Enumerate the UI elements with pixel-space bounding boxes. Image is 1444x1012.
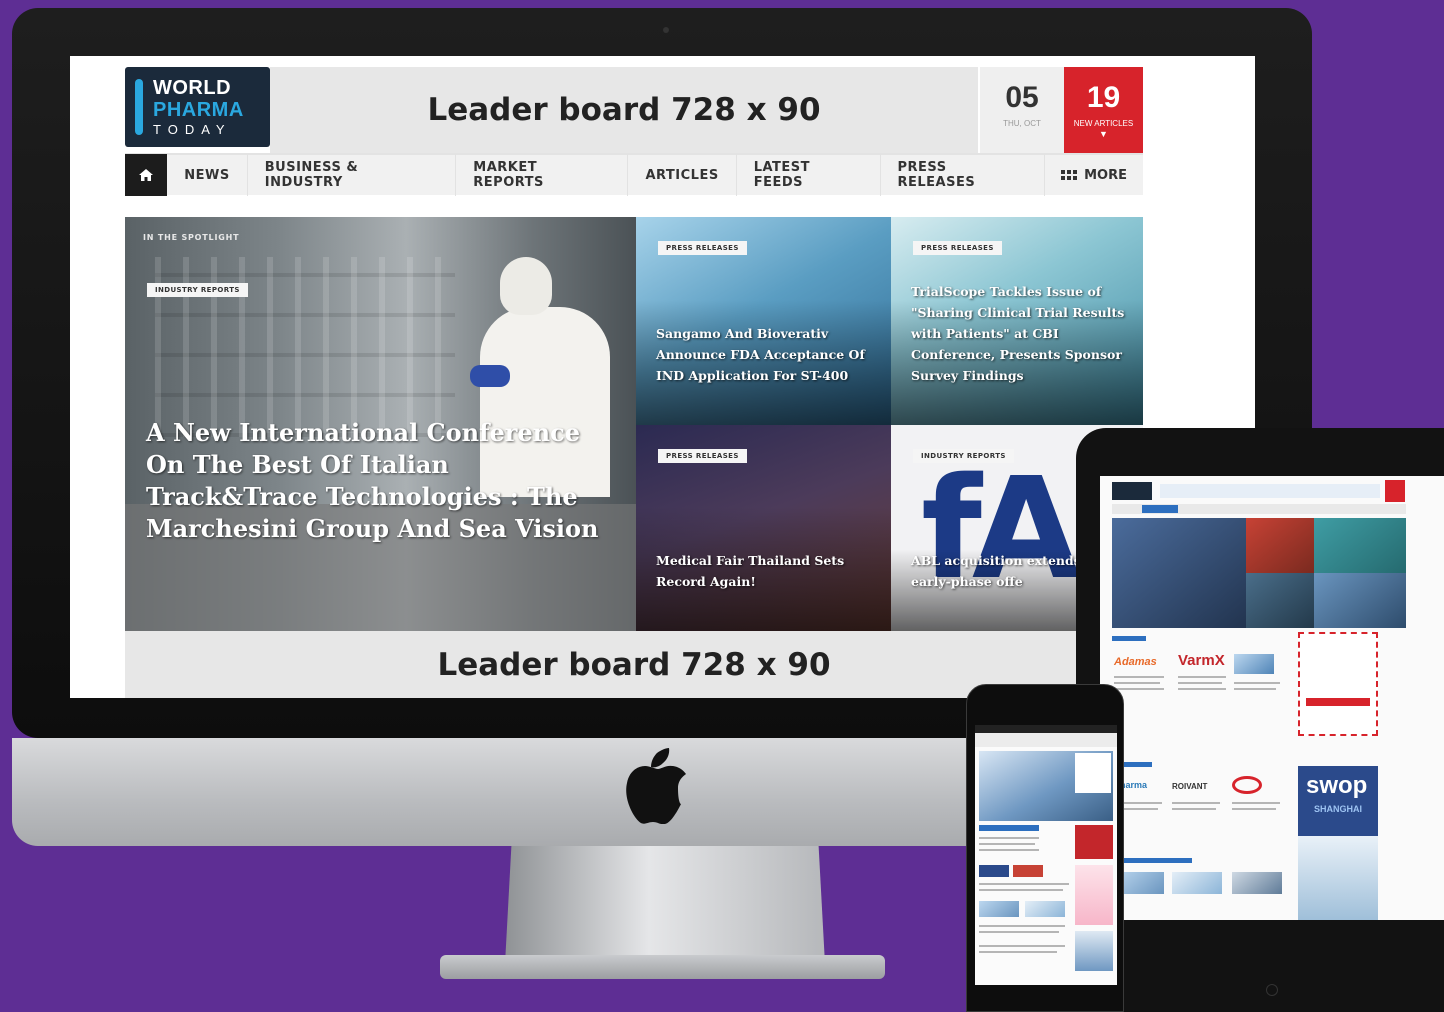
category-tag[interactable]: PRESS RELEASES <box>658 241 747 255</box>
chevron-down-icon: ▼ <box>1099 129 1108 139</box>
tablet-screen: Adamas VarmX swop SHANGHAI Pharma ROIVAN… <box>1100 476 1444 920</box>
tablet-home-button <box>1266 984 1278 996</box>
phone-ad-image <box>1075 931 1113 971</box>
nav-more-button[interactable]: MORE <box>1045 168 1143 183</box>
tablet-thumb <box>1232 872 1282 894</box>
phone-thumb <box>979 901 1019 917</box>
category-tag[interactable]: PRESS RELEASES <box>913 241 1002 255</box>
nav-item-press-releases[interactable]: PRESS RELEASES <box>881 154 1046 196</box>
tile-title[interactable]: TrialScope Tackles Issue of "Sharing Cli… <box>911 281 1129 386</box>
tablet-section-tag <box>1112 858 1192 863</box>
spotlight-tile-1[interactable]: PRESS RELEASES Sangamo And Bioverativ An… <box>636 217 891 425</box>
spotlight-tile-2[interactable]: PRESS RELEASES TrialScope Tackles Issue … <box>891 217 1143 425</box>
logo-line3: TODAY <box>153 122 232 137</box>
new-articles-label: NEW ARTICLES <box>1073 119 1134 128</box>
tablet-ad-label: swop <box>1306 772 1368 799</box>
tablet-thumb <box>1234 654 1274 674</box>
category-tag[interactable]: PRESS RELEASES <box>658 449 747 463</box>
tablet-header-bar <box>1160 484 1380 498</box>
nav-item-articles[interactable]: ARTICLES <box>628 154 737 196</box>
phone-ad-image <box>1075 865 1113 925</box>
tablet-ad-image <box>1298 836 1378 920</box>
imac-stand-foot <box>440 955 885 979</box>
site-logo[interactable]: WORLD PHARMA TODAY <box>125 67 270 147</box>
tablet-thumb <box>1172 872 1222 894</box>
tablet-signup-box <box>1298 632 1378 736</box>
nav-item-latest-feeds[interactable]: LATEST FEEDS <box>737 154 881 196</box>
tablet-section-tag <box>1112 636 1146 641</box>
new-articles-box[interactable]: 19 NEW ARTICLES ▼ <box>1064 67 1143 153</box>
category-tag[interactable]: INDUSTRY REPORTS <box>147 283 248 297</box>
phone-screen <box>975 725 1117 985</box>
spotlight-tile-3[interactable]: PRESS RELEASES Medical Fair Thailand Set… <box>636 425 891 631</box>
new-articles-count: 19 <box>1086 81 1121 114</box>
phone-side-box <box>1075 753 1111 793</box>
nav-item-business-industry[interactable]: BUSINESS & INDUSTRY <box>248 154 457 196</box>
logo-line2: PHARMA <box>153 99 244 121</box>
phone-thumb <box>1013 865 1043 877</box>
tablet-tile-image <box>1246 573 1314 628</box>
camera-dot <box>663 27 669 33</box>
date-box: 05 THU, OCT <box>980 67 1064 153</box>
imac-stand-neck <box>505 846 825 964</box>
phone-ad-box <box>1075 825 1113 859</box>
tablet-brand-logo <box>1232 776 1262 794</box>
date-sub: THU, OCT <box>1003 119 1041 128</box>
phone-status-bar <box>975 725 1117 733</box>
logo-line1: WORLD <box>153 77 232 99</box>
tablet-ad-sub: SHANGHAI <box>1314 804 1363 814</box>
date-day: 05 <box>1005 81 1039 114</box>
tablet-logo <box>1112 482 1152 500</box>
tile-title[interactable]: Sangamo And Bioverativ Announce FDA Acce… <box>656 323 866 386</box>
phone-device <box>966 684 1124 1012</box>
main-nav: NEWS BUSINESS & INDUSTRY MARKET REPORTS … <box>125 153 1143 196</box>
nav-more-label: MORE <box>1084 167 1127 183</box>
phone-url-bar <box>975 733 1117 747</box>
phone-thumb <box>1025 901 1065 917</box>
tablet-brand-2: VarmX <box>1178 652 1225 669</box>
phone-section-tag <box>979 825 1039 831</box>
logo-bar <box>135 79 143 135</box>
tablet-articles-box <box>1385 480 1405 502</box>
tablet-tile-image <box>1246 518 1314 573</box>
tablet-tile-image <box>1314 573 1406 628</box>
nav-item-market-reports[interactable]: MARKET REPORTS <box>456 154 629 196</box>
category-tag[interactable]: INDUSTRY REPORTS <box>913 449 1014 463</box>
nav-home-button[interactable] <box>125 154 168 196</box>
spotlight-section-label: IN THE SPOTLIGHT <box>143 233 240 242</box>
tablet-main-image <box>1112 518 1246 628</box>
tablet-brand-3: ROIVANT <box>1172 782 1208 791</box>
tablet-device: Adamas VarmX swop SHANGHAI Pharma ROIVAN… <box>1076 428 1444 1012</box>
spotlight-main-title[interactable]: A New International Conference On The Be… <box>146 417 616 545</box>
grid-icon <box>1061 170 1078 180</box>
leaderboard-ad-top[interactable]: Leader board 728 x 90 <box>270 67 978 153</box>
spotlight-main-tile[interactable]: IN THE SPOTLIGHT INDUSTRY REPORTS A New … <box>125 217 636 631</box>
apple-logo-icon <box>626 748 686 824</box>
tablet-tile-image <box>1314 518 1406 573</box>
tablet-brand-1: Adamas <box>1114 656 1157 668</box>
tablet-signup-button <box>1306 698 1370 706</box>
tablet-nav-active <box>1142 505 1178 513</box>
tile-title[interactable]: Medical Fair Thailand Sets Record Again! <box>656 550 856 592</box>
nav-item-news[interactable]: NEWS <box>167 154 248 196</box>
home-icon <box>139 169 154 181</box>
phone-thumb <box>979 865 1009 877</box>
